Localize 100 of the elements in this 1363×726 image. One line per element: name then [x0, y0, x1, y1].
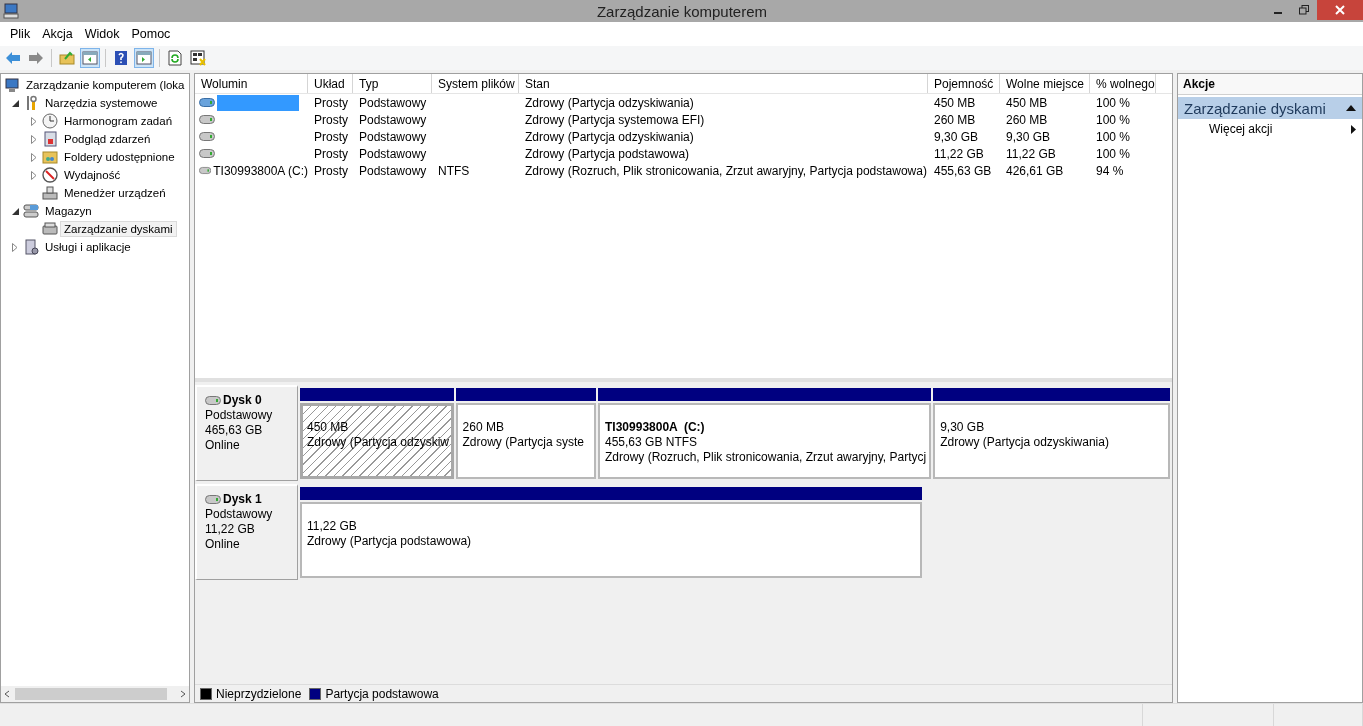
column-header[interactable]: Stan: [519, 74, 928, 93]
disk-name: Dysk 1: [223, 492, 262, 507]
table-cell: NTFS: [438, 163, 470, 178]
menu-item[interactable]: Akcja: [36, 27, 79, 41]
disk-info-panel[interactable]: Dysk 1 Podstawowy 11,22 GB Online: [195, 484, 298, 580]
table-cell: Zdrowy (Partycja podstawowa): [525, 146, 690, 161]
collapsed-arrow-icon[interactable]: [31, 134, 37, 144]
close-button[interactable]: [1317, 0, 1363, 20]
tree-item[interactable]: Narzędzia systemowe: [41, 95, 162, 111]
legend-label: Nieprzydzielone: [216, 686, 302, 701]
table-cell: Podstawowy: [359, 129, 427, 144]
server-icon: [23, 239, 39, 255]
partition-label: TI30993800A (C:): [605, 420, 705, 435]
submenu-arrow-icon: [1351, 124, 1356, 134]
back-arrow-icon: [5, 51, 21, 65]
close-icon: [1335, 5, 1345, 15]
disk-drive-icon: [42, 221, 58, 237]
column-header[interactable]: Wolumin: [195, 74, 308, 93]
drive-icon: [199, 98, 215, 107]
drive-icon: [205, 495, 221, 504]
column-header[interactable]: Układ: [308, 74, 353, 93]
disk-size: 11,22 GB: [205, 522, 256, 537]
export-list-icon: [190, 50, 206, 66]
folder-up-icon: [59, 51, 75, 65]
partition-block[interactable]: TI30993800A (C:) 455,63 GB NTFS Zdrowy (Rozruch, Plik stronicowania, Zrzut awaryjny, Partycj: [598, 403, 932, 479]
tree-item[interactable]: Zarządzanie dyskami: [60, 221, 177, 237]
table-cell: 260 MB: [1006, 112, 1048, 127]
table-cell: 100 %: [1096, 112, 1131, 127]
restore-icon: [1299, 5, 1309, 15]
drive-icon: [205, 396, 221, 405]
table-cell: 9,30 GB: [1006, 129, 1051, 144]
partition-size: 260 MB: [462, 420, 504, 435]
collapse-arrow-icon: [1346, 105, 1356, 111]
table-cell: Prosty: [314, 95, 348, 110]
refresh-icon: [168, 50, 182, 66]
expanded-arrow-icon[interactable]: [12, 207, 19, 215]
table-cell: 100 %: [1096, 129, 1131, 144]
drive-icon: [199, 149, 215, 158]
menu-item[interactable]: Plik: [4, 27, 37, 41]
collapsed-arrow-icon[interactable]: [31, 116, 37, 126]
pane-icon: [136, 51, 152, 65]
partition-block[interactable]: 9,30 GB Zdrowy (Partycja odzyskiwania): [933, 403, 1170, 479]
partition-status: Zdrowy (Partycja podstawowa): [307, 534, 472, 549]
table-cell: Prosty: [314, 112, 348, 127]
partition-block[interactable]: 260 MB Zdrowy (Partycja syste: [455, 403, 596, 479]
device-manager-icon: [42, 185, 58, 201]
table-cell: 450 MB: [934, 95, 976, 110]
tree-item[interactable]: Menedżer urządzeń: [60, 185, 170, 201]
partition-block[interactable]: 450 MB Zdrowy (Partycja odzyskiw: [300, 403, 454, 479]
partition-status: Zdrowy (Partycja odzyskiwania): [940, 435, 1109, 450]
menu-item[interactable]: Widok: [78, 27, 126, 41]
collapsed-arrow-icon[interactable]: [31, 152, 37, 162]
partition-status: Zdrowy (Partycja odzyskiw: [307, 435, 450, 450]
tree-item[interactable]: Foldery udostępnione: [60, 149, 179, 165]
partition-size: 11,22 GB: [307, 519, 357, 534]
column-header[interactable]: Wolne miejsce: [1000, 74, 1090, 93]
table-cell: TI30993800A (C:): [213, 163, 308, 178]
disk-type: Podstawowy: [205, 408, 274, 423]
selected-volume-highlight[interactable]: [217, 94, 299, 111]
tree-item[interactable]: Magazyn: [41, 203, 96, 219]
column-header[interactable]: System plików: [432, 74, 519, 93]
tree-item[interactable]: Wydajność: [60, 167, 125, 183]
legend-label: Partycja podstawowa: [325, 686, 439, 701]
action-item[interactable]: Więcej akcji: [1178, 119, 1362, 139]
computer-icon: [4, 77, 20, 93]
help-icon: [114, 50, 128, 66]
table-cell: Podstawowy: [359, 163, 427, 178]
table-cell: Zdrowy (Rozruch, Plik stronicowania, Zrzut awaryjny, Partycja podstawowa): [525, 163, 927, 178]
partition-size: 450 MB: [307, 420, 349, 435]
table-cell: Zdrowy (Partycja odzyskiwania): [525, 129, 694, 144]
horizontal-scrollbar[interactable]: [1, 686, 189, 702]
disk-name: Dysk 0: [223, 393, 262, 408]
menu-item[interactable]: Pomoc: [125, 27, 177, 41]
minimize-icon: [1274, 12, 1282, 14]
column-header[interactable]: Typ: [353, 74, 432, 93]
expanded-arrow-icon[interactable]: [12, 99, 19, 107]
table-cell: 260 MB: [934, 112, 976, 127]
disk-info-panel[interactable]: Dysk 0 Podstawowy 465,63 GB Online: [195, 385, 298, 481]
collapsed-arrow-icon[interactable]: [12, 242, 18, 252]
collapsed-arrow-icon[interactable]: [31, 170, 37, 180]
tree-item[interactable]: Podgląd zdarzeń: [60, 131, 155, 147]
actions-header: Akcje: [1178, 74, 1362, 95]
table-cell: 94 %: [1096, 163, 1124, 178]
table-cell: Prosty: [314, 146, 348, 161]
column-header[interactable]: % wolnego: [1090, 74, 1156, 93]
pane-icon: [82, 51, 98, 65]
forward-arrow-icon: [28, 51, 44, 65]
tree-item[interactable]: Harmonogram zadań: [60, 113, 177, 129]
drive-icon: [199, 132, 215, 141]
table-cell: 100 %: [1096, 146, 1131, 161]
table-cell: 100 %: [1096, 95, 1131, 110]
toolbar-button[interactable]: [188, 48, 208, 68]
column-header[interactable]: Pojemność: [928, 74, 1000, 93]
tree-item[interactable]: Usługi i aplikacje: [41, 239, 135, 255]
partition-block[interactable]: 11,22 GB Zdrowy (Partycja podstawowa): [300, 502, 922, 578]
actions-section[interactable]: Zarządzanie dyskami: [1178, 97, 1362, 119]
event-log-icon: [42, 131, 58, 147]
storage-icon: [23, 203, 39, 219]
table-cell: Podstawowy: [359, 112, 427, 127]
tree-item[interactable]: Zarządzanie komputerem (loka: [22, 77, 189, 93]
